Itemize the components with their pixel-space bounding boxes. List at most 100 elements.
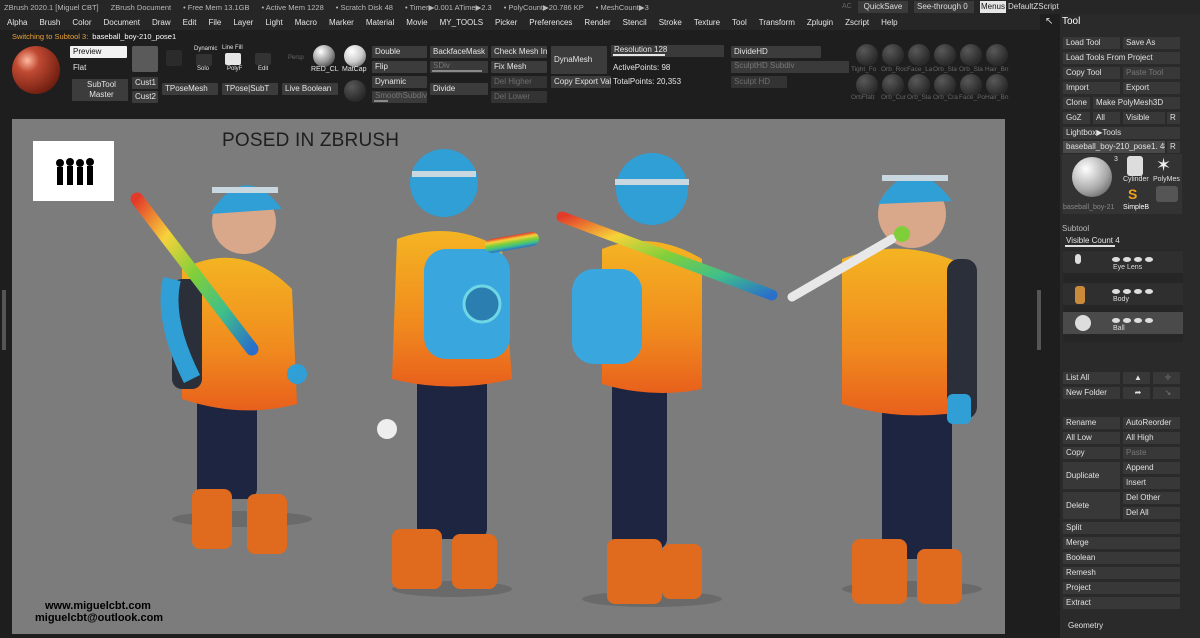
menu-zplugin[interactable]: Zplugin	[807, 18, 833, 27]
material-icon-2[interactable]	[344, 80, 366, 102]
menu-transform[interactable]: Transform	[759, 18, 795, 27]
divide-button[interactable]: Divide	[430, 83, 488, 95]
flip-button[interactable]: Flip	[372, 61, 427, 73]
visible-count-slider[interactable]: Visible Count 4	[1063, 236, 1180, 248]
menu-preferences[interactable]: Preferences	[529, 18, 572, 27]
autoreorder-button[interactable]: AutoReorder	[1123, 417, 1180, 429]
check-mesh-button[interactable]: Check Mesh Inte	[491, 46, 547, 58]
remesh-button[interactable]: Remesh	[1063, 567, 1180, 579]
save-as-button[interactable]: Save As	[1123, 37, 1180, 49]
menu-movie[interactable]: Movie	[406, 18, 427, 27]
ball-tool-thumbnail[interactable]	[1072, 157, 1112, 197]
polymesh-star-icon[interactable]: ✶	[1156, 156, 1171, 174]
subtool-toggles[interactable]	[1109, 255, 1179, 263]
brush-face-pores-icon[interactable]	[960, 74, 982, 96]
list-all-button[interactable]: List All	[1063, 372, 1120, 384]
menu-document[interactable]: Document	[104, 18, 140, 27]
menu-picker[interactable]: Picker	[495, 18, 517, 27]
material-sphere-icon[interactable]	[12, 46, 60, 94]
insert-button[interactable]: Insert	[1123, 477, 1180, 489]
goz-r-button[interactable]: R	[1167, 112, 1180, 124]
goz-all-button[interactable]: All	[1093, 112, 1120, 124]
brush-orb-slash2-icon[interactable]	[960, 44, 982, 66]
boolean-button[interactable]: Boolean	[1063, 552, 1180, 564]
flat-button[interactable]: Flat	[73, 63, 86, 72]
arrow-right-icon[interactable]: ➦	[1123, 387, 1150, 399]
menu-macro[interactable]: Macro	[295, 18, 317, 27]
subtool-body[interactable]: Body	[1063, 283, 1183, 305]
solo-icon[interactable]	[196, 54, 212, 66]
subtool-header[interactable]: Subtool	[1062, 224, 1089, 233]
menu-file[interactable]: File	[208, 18, 221, 27]
divide-hd-button[interactable]: DivideHD	[731, 46, 821, 58]
del-lower-button[interactable]: Del Lower	[491, 91, 547, 103]
cust1-button[interactable]: Cust1	[132, 77, 158, 89]
left-tray-toggle[interactable]	[2, 290, 6, 350]
persp-icon[interactable]	[166, 50, 182, 66]
brush-orb-rock-icon[interactable]	[882, 44, 904, 66]
brush-icon[interactable]	[132, 46, 158, 72]
all-high-button[interactable]: All High	[1123, 432, 1180, 444]
subtool-toggles[interactable]	[1109, 287, 1179, 295]
arrow-down-icon[interactable]: ↘	[1153, 387, 1180, 399]
rename-button[interactable]: Rename	[1063, 417, 1120, 429]
goz-button[interactable]: GoZ	[1063, 112, 1090, 124]
paste-tool-button[interactable]: Paste Tool	[1123, 67, 1180, 79]
copy-export-values-button[interactable]: Copy Export Values	[551, 76, 611, 88]
menu-my-tools[interactable]: MY_TOOLS	[440, 18, 483, 27]
brush-orb-flatten-icon[interactable]	[856, 74, 878, 96]
menu-help[interactable]: Help	[881, 18, 897, 27]
move-down-icon[interactable]: ✛	[1153, 372, 1180, 384]
menu-stroke[interactable]: Stroke	[659, 18, 682, 27]
project-button[interactable]: Project	[1063, 582, 1180, 594]
brush-tight-fold-icon[interactable]	[856, 44, 878, 66]
dynamic-button[interactable]: Dynamic	[372, 76, 427, 88]
make-polymesh3d-button[interactable]: Make PolyMesh3D	[1093, 97, 1180, 109]
del-higher-button[interactable]: Del Higher	[491, 76, 547, 88]
paste-button[interactable]: Paste	[1123, 447, 1180, 459]
live-boolean-button[interactable]: Live Boolean	[282, 83, 338, 95]
move-up-icon[interactable]: ▲	[1123, 372, 1150, 384]
preview-button[interactable]: Preview	[70, 46, 127, 58]
del-other-button[interactable]: Del Other	[1123, 492, 1180, 504]
sdiv-slider[interactable]: SDiv	[430, 61, 488, 73]
load-tools-from-project-button[interactable]: Load Tools From Project	[1063, 52, 1180, 64]
menu-zscript[interactable]: Zscript	[845, 18, 869, 27]
polyf-icon[interactable]	[225, 53, 241, 65]
lightbox-tools-button[interactable]: Lightbox▶Tools	[1063, 127, 1180, 139]
menu-draw[interactable]: Draw	[152, 18, 171, 27]
extract-button[interactable]: Extract	[1063, 597, 1180, 609]
right-tray-toggle[interactable]	[1037, 290, 1041, 350]
canvas-viewport[interactable]	[12, 119, 1005, 634]
brush-orb-slash3-icon[interactable]	[908, 74, 930, 96]
copy-button[interactable]: Copy	[1063, 447, 1120, 459]
subtool-toggles[interactable]	[1109, 316, 1179, 324]
simple-brush-icon[interactable]: S	[1128, 186, 1137, 202]
import-button[interactable]: Import	[1063, 82, 1120, 94]
split-button[interactable]: Split	[1063, 522, 1180, 534]
delete-button[interactable]: Delete	[1063, 492, 1120, 519]
menu-texture[interactable]: Texture	[694, 18, 720, 27]
smooth-subdiv-slider[interactable]: SmoothSubdiv	[372, 91, 427, 103]
load-tool-button[interactable]: Load Tool	[1063, 37, 1120, 49]
matcap-material-icon[interactable]	[344, 45, 366, 67]
merge-button[interactable]: Merge	[1063, 537, 1180, 549]
current-tool-r-button[interactable]: R	[1167, 141, 1180, 153]
menu-brush[interactable]: Brush	[39, 18, 60, 27]
default-zscript-button[interactable]: DefaultZScript	[1008, 1, 1063, 13]
quicksave-button[interactable]: QuickSave	[858, 1, 908, 13]
persp-label[interactable]: Persp	[288, 55, 304, 61]
double-button[interactable]: Double	[372, 46, 427, 58]
see-through-slider[interactable]: See-through 0	[914, 1, 974, 13]
brush-face-layer-icon[interactable]	[908, 44, 930, 66]
sculpthd-subdiv-slider[interactable]: SculptHD Subdiv	[731, 61, 849, 73]
subtool-thumbnail[interactable]	[1156, 186, 1178, 202]
copy-tool-button[interactable]: Copy Tool	[1063, 67, 1120, 79]
del-all-button[interactable]: Del All	[1123, 507, 1180, 519]
brush-orb-slash-icon[interactable]	[934, 44, 956, 66]
dynamesh-button[interactable]: DynaMesh	[551, 46, 607, 74]
red-clay-material-icon[interactable]	[313, 45, 335, 67]
pin-icon[interactable]: ↖	[1045, 16, 1053, 27]
all-low-button[interactable]: All Low	[1063, 432, 1120, 444]
menu-material[interactable]: Material	[366, 18, 394, 27]
